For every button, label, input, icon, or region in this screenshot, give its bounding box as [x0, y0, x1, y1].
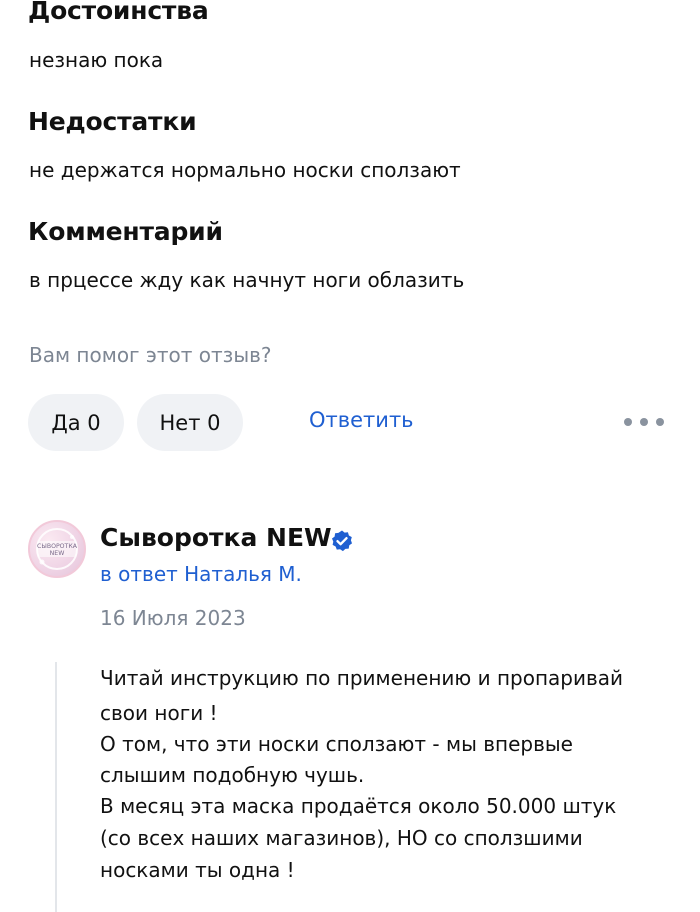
- svg-text:СЫВОРОТКА: СЫВОРОТКА: [37, 543, 78, 550]
- helpful-question: Вам помог этот отзыв?: [29, 343, 272, 367]
- reply-text-line: Читай инструкцию по применению и пропари…: [100, 666, 624, 690]
- more-dot: [640, 418, 648, 426]
- cons-heading: Недостатки: [28, 107, 197, 136]
- reply-text-line: слышим подобную чушь.: [100, 763, 365, 787]
- more-horizontal-icon[interactable]: [624, 412, 664, 432]
- helpful-yes-label: Да 0: [51, 410, 101, 435]
- avatar[interactable]: СЫВОРОТКА NEW: [28, 520, 86, 578]
- reply-text-line: свои ноги !: [100, 701, 218, 725]
- comment-text: в прцессе жду как начнут ноги облазить: [29, 268, 465, 292]
- pros-heading: Достоинства: [28, 0, 209, 25]
- reply-author[interactable]: Сыворотка NEW: [100, 523, 332, 552]
- reply-button[interactable]: Ответить: [309, 408, 414, 432]
- reply-text-line: О том, что эти носки сползают - мы вперв…: [100, 732, 573, 756]
- verified-check-icon: [332, 530, 352, 552]
- helpful-no-button[interactable]: Нет 0: [137, 394, 243, 451]
- reply-text-line: (со всех наших магазинов), НО со сползши…: [100, 826, 583, 850]
- reply-text-line: носками ты одна !: [100, 858, 295, 882]
- avatar-logo: СЫВОРОТКА NEW: [36, 528, 78, 570]
- reply-quote-bar: [55, 662, 57, 912]
- helpful-yes-button[interactable]: Да 0: [28, 394, 124, 451]
- helpful-no-label: Нет 0: [159, 410, 221, 435]
- reply-text-line: В месяц эта маска продаётся около 50.000…: [100, 794, 617, 818]
- more-dot: [624, 418, 632, 426]
- in-reply-to-link[interactable]: в ответ Наталья М.: [100, 562, 302, 586]
- cons-text: не держатся нормально носки сползают: [29, 158, 461, 182]
- pros-text: незнаю пока: [29, 48, 164, 72]
- comment-heading: Комментарий: [28, 217, 223, 246]
- svg-text:NEW: NEW: [50, 550, 65, 557]
- more-dot: [656, 418, 664, 426]
- reply-date: 16 Июля 2023: [100, 606, 246, 630]
